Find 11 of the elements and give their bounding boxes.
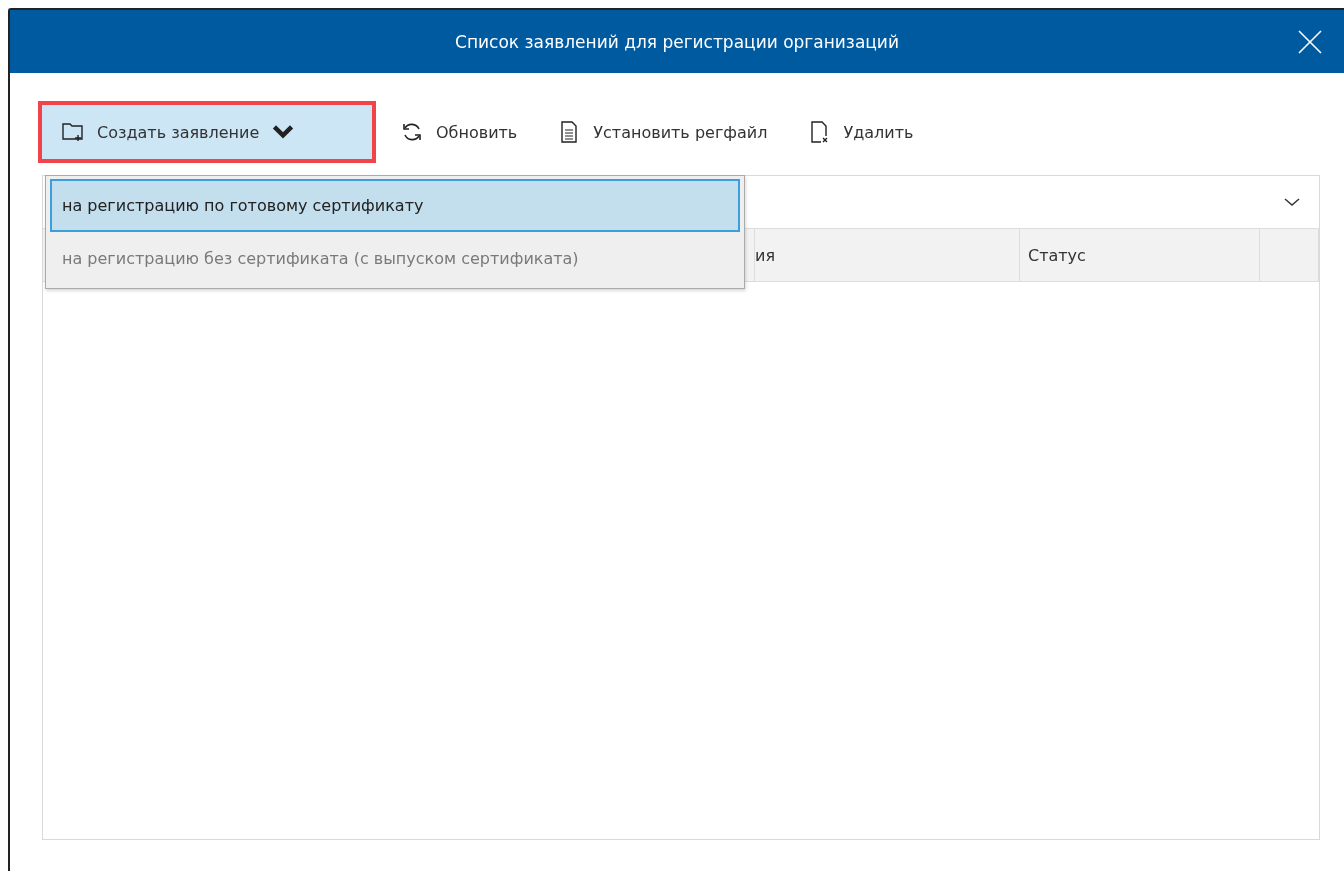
toolbar-button[interactable]: Установить регфайл (537, 103, 782, 161)
dropdown-button[interactable]: Создать заявление (40, 103, 374, 161)
toolbar-button[interactable]: Обновить (380, 103, 532, 161)
toolbar-button[interactable]: Удалить (787, 103, 928, 161)
column-header[interactable]: ия (755, 229, 1020, 281)
chevron-down-icon[interactable] (1283, 196, 1301, 208)
menu-item[interactable]: на регистрацию по готовому сертификату (50, 179, 740, 232)
folder-plus-icon (61, 120, 85, 144)
close-icon[interactable] (1298, 30, 1322, 54)
window-title: Список заявлений для регистрации организаций (455, 31, 899, 52)
column-header[interactable]: Статус (1020, 229, 1260, 281)
